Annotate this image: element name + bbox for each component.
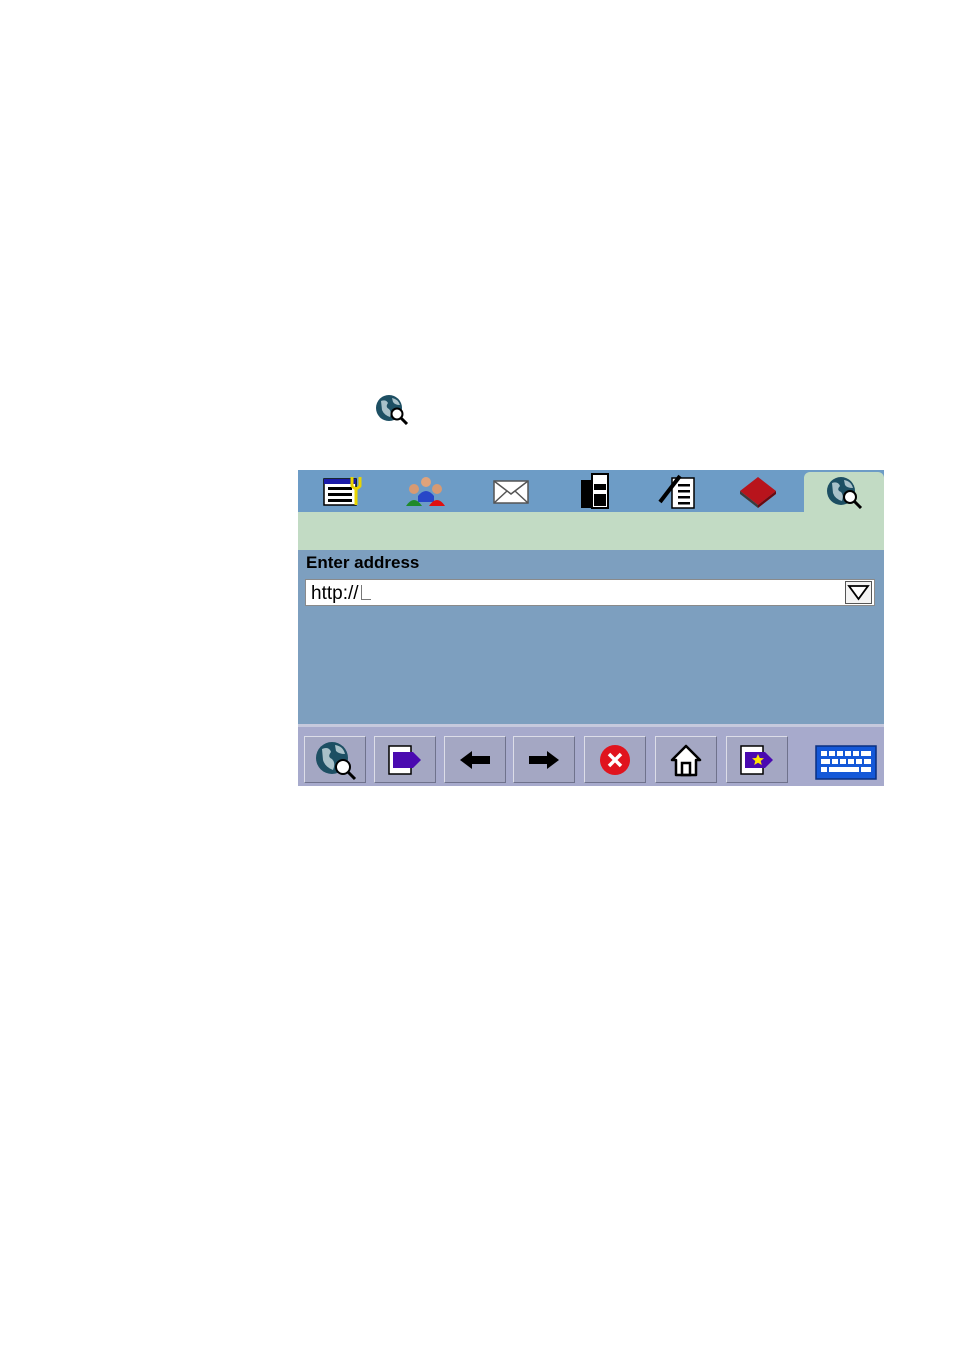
notepad-icon <box>658 474 695 509</box>
back-button[interactable] <box>444 736 506 783</box>
address-value: http:// <box>311 583 359 604</box>
tab-notes[interactable] <box>638 470 718 512</box>
title-strip <box>298 512 884 550</box>
go-button[interactable] <box>374 736 436 783</box>
arrow-right-icon <box>529 750 559 769</box>
book-icon <box>740 477 776 508</box>
globe-search-icon <box>316 741 357 780</box>
favorites-flag-icon <box>740 744 773 775</box>
phone-icon <box>581 473 609 509</box>
address-panel: Enter address http:// <box>298 550 884 724</box>
globe-search-icon <box>827 477 863 509</box>
arrow-left-icon <box>460 750 490 769</box>
settings-list-icon <box>323 477 362 506</box>
tab-bar <box>298 470 884 512</box>
tab-contacts[interactable] <box>386 470 466 512</box>
home-icon <box>670 744 702 776</box>
search-button[interactable] <box>304 736 366 783</box>
tab-book[interactable] <box>718 470 798 512</box>
stop-icon <box>600 744 630 775</box>
favorites-button[interactable] <box>726 736 788 783</box>
home-button[interactable] <box>655 736 717 783</box>
tab-mail[interactable] <box>471 470 551 512</box>
address-input[interactable]: http:// <box>305 579 875 606</box>
mail-envelope-icon <box>493 480 529 504</box>
contacts-group-icon <box>406 477 445 506</box>
address-label: Enter address <box>306 553 420 572</box>
tab-phone[interactable] <box>555 470 635 512</box>
text-cursor <box>360 585 371 600</box>
forward-button[interactable] <box>513 736 575 783</box>
stop-button[interactable] <box>584 736 646 783</box>
globe-search-icon <box>374 393 410 426</box>
tab-settings[interactable] <box>304 470 384 512</box>
keyboard-icon <box>815 745 877 780</box>
address-history-dropdown[interactable] <box>845 581 872 604</box>
tab-browser[interactable] <box>804 472 884 512</box>
chevron-down-icon <box>847 585 870 601</box>
browser-toolbar <box>298 724 884 786</box>
browser-screen: Enter address http:// <box>298 470 884 786</box>
go-flag-icon <box>388 744 421 775</box>
keyboard-button[interactable] <box>815 745 877 780</box>
